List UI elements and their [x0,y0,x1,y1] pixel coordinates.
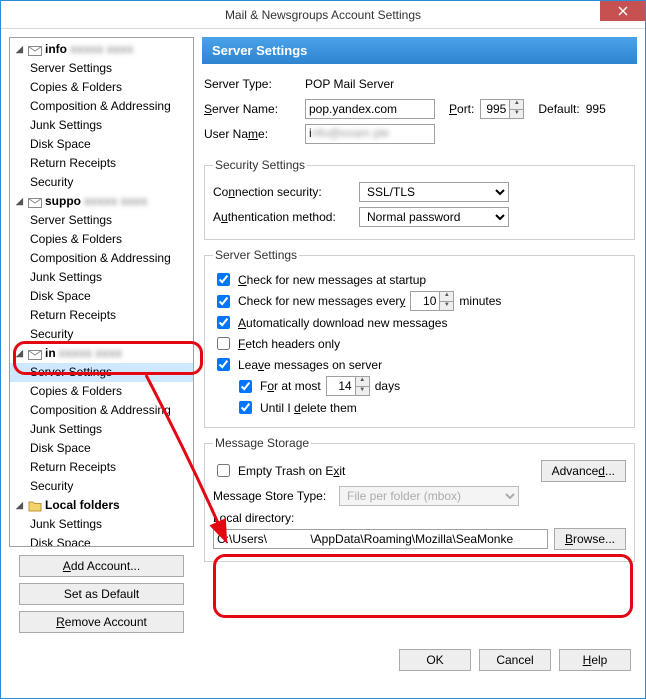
account-header[interactable]: ◢Local folders [10,496,193,515]
account-header[interactable]: ◢inxxxxx xxxx [10,344,193,363]
dialog-footer: OK Cancel Help [1,639,645,681]
tree-item[interactable]: Junk Settings [10,116,193,135]
tree-item[interactable]: Server Settings [10,363,193,382]
account-tree[interactable]: ◢infoxxxxx xxxxServer SettingsCopies & F… [9,37,194,547]
tree-item[interactable]: Return Receipts [10,306,193,325]
twisty-icon[interactable]: ◢ [16,497,25,514]
cancel-button[interactable]: Cancel [479,649,551,671]
default-port-value: 995 [586,102,606,116]
tree-item[interactable]: Junk Settings [10,420,193,439]
ok-button[interactable]: OK [399,649,471,671]
tree-item[interactable]: Disk Space [10,439,193,458]
browse-button[interactable]: Browse... [554,528,626,550]
tree-item[interactable]: Server Settings [10,211,193,230]
panel-title: Server Settings [202,37,637,64]
port-label: Port: [449,102,474,116]
tree-item[interactable]: Server Settings [10,59,193,78]
for-at-most-checkbox[interactable] [239,380,252,393]
tree-item[interactable]: Return Receipts [10,458,193,477]
server-name-input[interactable] [305,99,435,119]
tree-item[interactable]: Junk Settings [10,515,193,534]
tree-item[interactable]: Composition & Addressing [10,249,193,268]
close-icon [618,6,628,16]
account-header[interactable]: ◢infoxxxxx xxxx [10,40,193,59]
tree-item[interactable]: Return Receipts [10,154,193,173]
help-button[interactable]: Help [559,649,631,671]
server-name-label: Server Name: [204,102,299,116]
envelope-icon [28,348,42,359]
tree-item[interactable]: Junk Settings [10,268,193,287]
auto-download-checkbox[interactable] [217,316,230,329]
port-spinbox[interactable]: ▲▼ [480,99,524,119]
sidebar: ◢infoxxxxx xxxxServer SettingsCopies & F… [9,37,194,631]
add-account-button[interactable]: Add Account... [19,555,184,577]
connection-security-label: Connection security: [213,185,353,199]
check-startup-checkbox[interactable] [217,273,230,286]
auth-method-select[interactable]: Normal password [359,207,509,227]
store-type-select: File per folder (mbox) [339,486,519,506]
until-delete-checkbox[interactable] [239,401,252,414]
days-spinbox[interactable]: ▲▼ [326,376,370,396]
twisty-icon[interactable]: ◢ [16,193,25,210]
security-settings-group: Security Settings Connection security: S… [204,158,635,240]
tree-item[interactable]: Composition & Addressing [10,401,193,420]
envelope-icon [28,44,42,55]
leave-on-server-checkbox[interactable] [217,358,230,371]
local-directory-label: Local directory: [213,511,626,525]
server-type-label: Server Type: [204,77,299,91]
tree-item[interactable]: Disk Space [10,287,193,306]
main-panel: Server Settings Server Type: POP Mail Se… [202,37,637,631]
user-name-input[interactable] [305,124,435,144]
twisty-icon[interactable]: ◢ [16,345,25,362]
envelope-icon [28,196,42,207]
connection-security-select[interactable]: SSL/TLS [359,182,509,202]
tree-item[interactable]: Composition & Addressing [10,97,193,116]
server-type-value: POP Mail Server [305,77,394,91]
tree-item[interactable]: Copies & Folders [10,382,193,401]
folder-icon [28,500,42,511]
tree-item[interactable]: Disk Space [10,135,193,154]
check-interval-spinbox[interactable]: ▲▼ [410,291,454,311]
tree-item[interactable]: Security [10,477,193,496]
tree-item[interactable]: Security [10,173,193,192]
fetch-headers-checkbox[interactable] [217,337,230,350]
advanced-button[interactable]: Advanced... [541,460,626,482]
empty-trash-checkbox[interactable] [217,464,230,477]
tree-item[interactable]: Disk Space [10,534,193,547]
check-every-checkbox[interactable] [217,295,230,308]
twisty-icon[interactable]: ◢ [16,41,25,58]
store-type-label: Message Store Type: [213,489,333,503]
auth-method-label: Authentication method: [213,210,353,224]
titlebar: Mail & Newsgroups Account Settings [1,1,645,29]
tree-item[interactable]: Copies & Folders [10,78,193,97]
server-settings-group: Server Settings Check for new messages a… [204,248,635,428]
tree-item[interactable]: Copies & Folders [10,230,193,249]
message-storage-group: Message Storage Empty Trash on Exit Adva… [204,436,635,562]
set-default-button[interactable]: Set as Default [19,583,184,605]
window-title: Mail & Newsgroups Account Settings [225,8,421,22]
remove-account-button[interactable]: Remove Account [19,611,184,633]
user-name-label: User Name: [204,127,299,141]
account-header[interactable]: ◢suppoxxxxx xxxx [10,192,193,211]
local-directory-input[interactable] [213,529,548,549]
close-button[interactable] [600,1,645,21]
default-port-label: Default: [538,102,579,116]
tree-item[interactable]: Security [10,325,193,344]
